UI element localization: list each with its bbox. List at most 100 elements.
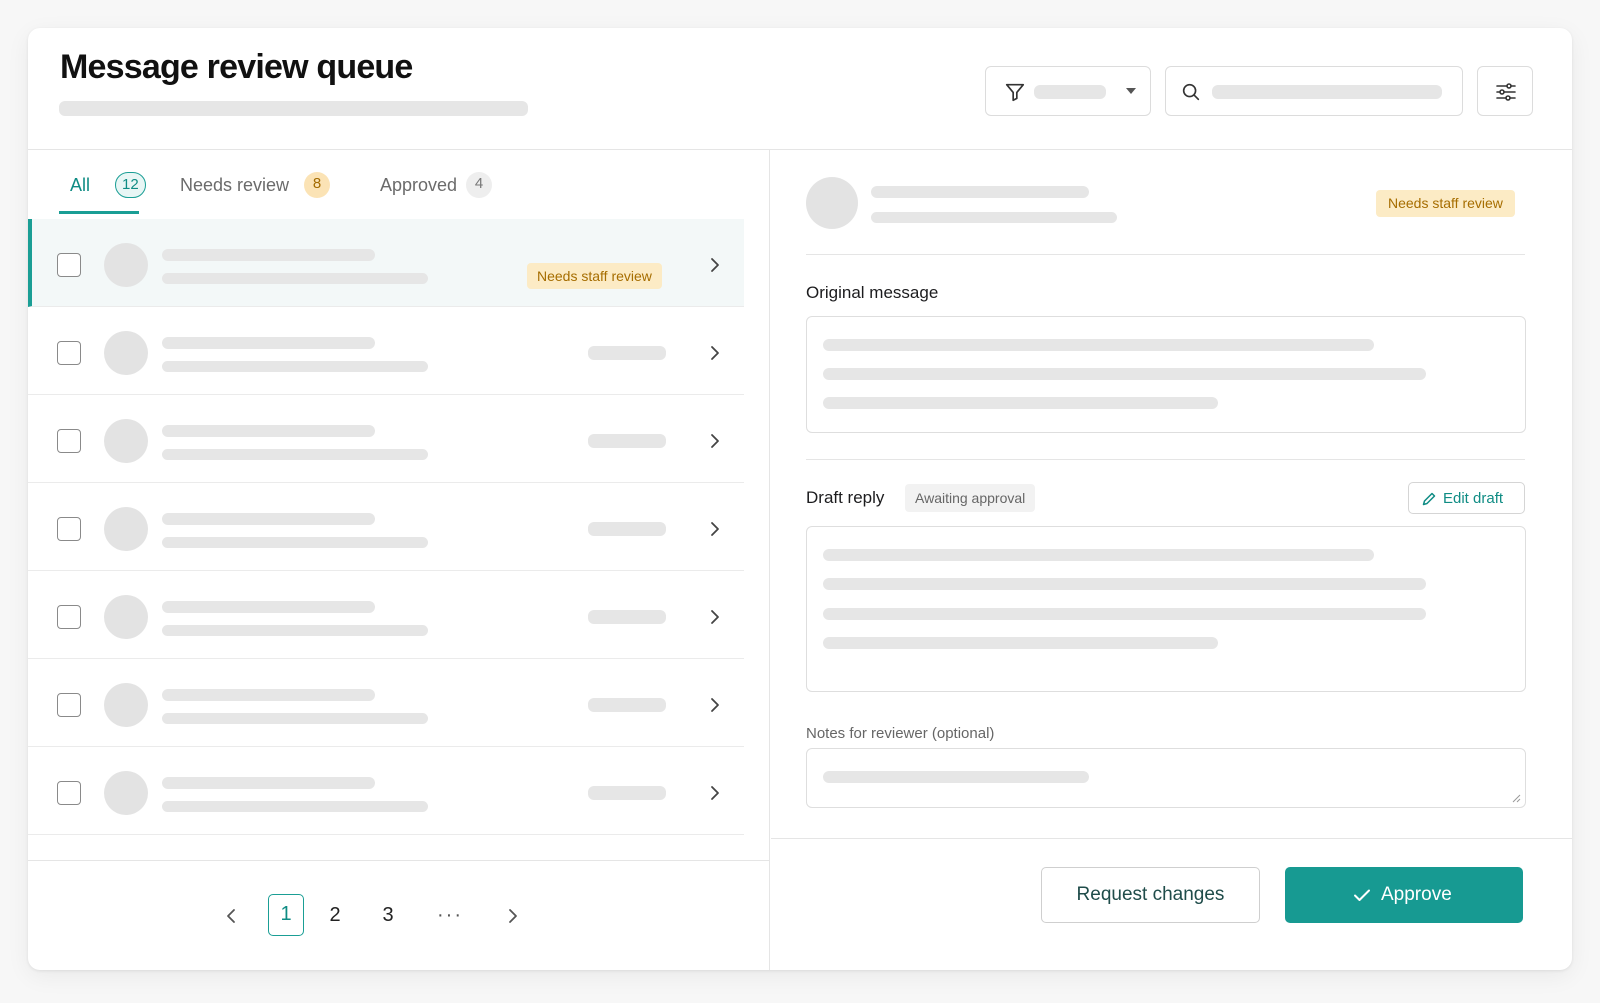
row-checkbox[interactable] (57, 517, 81, 541)
avatar (104, 595, 148, 639)
status-badge: Needs staff review (1376, 190, 1515, 217)
edit-draft-button[interactable]: Edit draft (1408, 482, 1525, 514)
chevron-right-icon (711, 434, 719, 448)
avatar (104, 331, 148, 375)
original-message-box (806, 316, 1526, 433)
list-item[interactable] (28, 483, 744, 571)
sender-placeholder (162, 337, 375, 349)
request-changes-button[interactable]: Request changes (1041, 867, 1260, 923)
text-line-placeholder (823, 578, 1426, 590)
text-line-placeholder (823, 368, 1426, 380)
meta-placeholder (588, 346, 666, 360)
chevron-right-icon (711, 786, 719, 800)
sliders-icon (1496, 83, 1516, 101)
tab-approved[interactable]: Approved 4 (380, 172, 500, 214)
list-item[interactable] (28, 395, 744, 483)
page-2-button[interactable]: 2 (320, 894, 350, 936)
chevron-right-icon (711, 698, 719, 712)
meta-placeholder (588, 434, 666, 448)
text-line-placeholder (823, 339, 1374, 351)
filter-icon (1005, 83, 1025, 102)
prev-page-button[interactable] (216, 894, 246, 936)
status-badge: Needs staff review (527, 263, 662, 289)
original-message-label: Original message (806, 283, 939, 302)
header: Message review queue (28, 28, 1572, 150)
search-input[interactable] (1210, 79, 1450, 103)
tab-needs-review[interactable]: Needs review 8 (180, 172, 340, 214)
sender-placeholder (162, 601, 375, 613)
row-checkbox[interactable] (57, 693, 81, 717)
count-badge: 8 (304, 172, 330, 198)
tab-label: All (70, 175, 91, 195)
list-item[interactable] (28, 659, 744, 747)
row-checkbox[interactable] (57, 253, 81, 277)
row-checkbox[interactable] (57, 341, 81, 365)
sender-meta-placeholder (871, 212, 1117, 223)
avatar (104, 507, 148, 551)
list-item[interactable]: Needs staff review (28, 219, 744, 307)
chevron-right-icon (711, 522, 719, 536)
avatar (104, 771, 148, 815)
chevron-down-icon (1126, 88, 1136, 94)
tab-all[interactable]: All 12 (59, 172, 146, 214)
chevron-right-icon (509, 909, 517, 923)
count-badge: 12 (115, 172, 146, 198)
row-checkbox[interactable] (57, 781, 81, 805)
notes-label: Notes for reviewer (optional) (806, 725, 995, 742)
filter-dropdown[interactable] (985, 66, 1151, 116)
search-icon (1182, 83, 1200, 101)
draft-reply-label: Draft reply (806, 488, 885, 507)
list-item[interactable] (28, 571, 744, 659)
list-item[interactable] (28, 307, 744, 395)
avatar (104, 243, 148, 287)
page-1-button[interactable]: 1 (268, 894, 304, 936)
sender-placeholder (162, 425, 375, 437)
text-line-placeholder (823, 637, 1218, 649)
preview-placeholder (162, 801, 428, 812)
sender-placeholder (162, 689, 375, 701)
text-line-placeholder (823, 549, 1374, 561)
text-line-placeholder (823, 608, 1426, 620)
avatar (104, 419, 148, 463)
divider (806, 459, 1525, 460)
chevron-right-icon (711, 610, 719, 624)
resize-grip-icon[interactable] (1511, 793, 1521, 803)
meta-placeholder (588, 522, 666, 536)
tab-label: Approved (380, 175, 458, 195)
sender-placeholder (871, 186, 1089, 198)
preview-placeholder (162, 537, 428, 548)
sender-placeholder (162, 513, 375, 525)
detail-panel: Needs staff review Original message Draf… (771, 150, 1572, 970)
preview-placeholder (162, 713, 428, 724)
draft-status-tag: Awaiting approval (905, 484, 1036, 512)
pagination: 1 2 3 ··· (28, 860, 770, 970)
list-item[interactable] (28, 747, 744, 835)
row-checkbox[interactable] (57, 429, 81, 453)
tab-label: Needs review (180, 175, 290, 195)
row-checkbox[interactable] (57, 605, 81, 629)
avatar (806, 177, 858, 229)
review-queue-card: Message review queue All 12 Needs review… (28, 28, 1572, 970)
text-line-placeholder (823, 397, 1218, 409)
approve-button[interactable]: Approve (1285, 867, 1523, 923)
notes-field[interactable] (806, 748, 1526, 808)
page-3-button[interactable]: 3 (373, 894, 403, 936)
preview-placeholder (162, 273, 428, 284)
meta-placeholder (588, 610, 666, 624)
settings-button[interactable] (1477, 66, 1533, 116)
meta-placeholder (588, 786, 666, 800)
next-page-button[interactable] (498, 894, 528, 936)
sender-placeholder (162, 249, 375, 261)
draft-reply-box[interactable] (806, 526, 1526, 692)
check-icon (1354, 889, 1370, 901)
preview-placeholder (162, 625, 428, 636)
chevron-right-icon (711, 346, 719, 360)
pencil-icon (1422, 492, 1436, 506)
sender-placeholder (162, 777, 375, 789)
search-box[interactable] (1165, 66, 1463, 116)
queue-panel: All 12 Needs review 8 Approved 4 Needs s… (28, 150, 770, 970)
chevron-left-icon (227, 909, 235, 923)
notes-input[interactable] (807, 749, 1525, 807)
approve-label: Approve (1381, 884, 1452, 905)
pagination-ellipsis[interactable]: ··· (433, 894, 467, 936)
